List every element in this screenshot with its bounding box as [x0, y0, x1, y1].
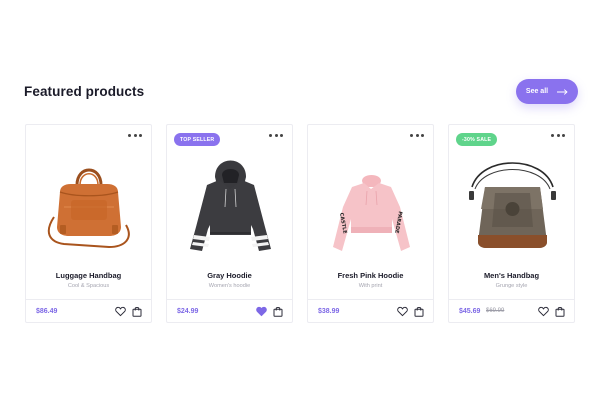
- product-name: Men's Handbag: [483, 271, 540, 280]
- product-name: Fresh Pink Hoodie: [337, 271, 404, 280]
- product-card[interactable]: Luggage Handbag Cool & Spacious $86.49: [25, 124, 152, 323]
- product-name: Luggage Handbag: [55, 271, 122, 280]
- product-image: [190, 160, 271, 251]
- product-image: [47, 168, 130, 249]
- product-price: $45.69: [459, 308, 481, 315]
- shopping-bag-icon[interactable]: [555, 306, 565, 317]
- shopping-bag-icon[interactable]: [132, 306, 142, 317]
- more-options-icon[interactable]: [128, 132, 142, 138]
- heart-icon[interactable]: [256, 306, 267, 317]
- product-price: $86.49: [36, 308, 58, 315]
- product-subtitle: With print: [358, 283, 383, 289]
- product-card[interactable]: TOP SELLER Gray Hoodie Women's hoodie $2…: [166, 124, 293, 323]
- see-all-label: See all: [525, 88, 549, 95]
- shopping-bag-icon[interactable]: [273, 306, 283, 317]
- see-all-button[interactable]: See all: [516, 79, 578, 104]
- product-price: $38.99: [318, 308, 340, 315]
- more-options-icon[interactable]: [551, 132, 565, 138]
- heart-icon[interactable]: [397, 306, 408, 317]
- arrow-right-icon: [557, 88, 568, 95]
- product-old-price: $69.99: [486, 308, 505, 314]
- product-subtitle: Grunge style: [495, 283, 528, 289]
- shopping-bag-icon[interactable]: [414, 306, 424, 317]
- card-footer: $86.49: [26, 299, 151, 324]
- card-footer: $24.99: [167, 299, 292, 324]
- product-name: Gray Hoodie: [207, 271, 252, 280]
- product-image: CASTLE PARADE: [333, 175, 410, 251]
- top-seller-badge: TOP SELLER: [174, 133, 221, 146]
- product-card[interactable]: -30% SALE Men's Handbag Grunge style $45…: [448, 124, 575, 323]
- heart-icon[interactable]: [538, 306, 549, 317]
- more-options-icon[interactable]: [269, 132, 283, 138]
- section-title: Featured products: [24, 84, 145, 99]
- product-subtitle: Women's hoodie: [208, 283, 251, 289]
- product-card[interactable]: CASTLE PARADE Fresh Pink Hoodie With pri…: [307, 124, 434, 323]
- card-footer: $45.69 $69.99: [449, 299, 574, 324]
- product-price: $24.99: [177, 308, 199, 315]
- heart-icon[interactable]: [115, 306, 126, 317]
- more-options-icon[interactable]: [410, 132, 424, 138]
- card-footer: $38.99: [308, 299, 433, 324]
- product-subtitle: Cool & Spacious: [67, 283, 110, 289]
- product-image: [469, 162, 556, 248]
- sale-badge: -30% SALE: [456, 133, 498, 146]
